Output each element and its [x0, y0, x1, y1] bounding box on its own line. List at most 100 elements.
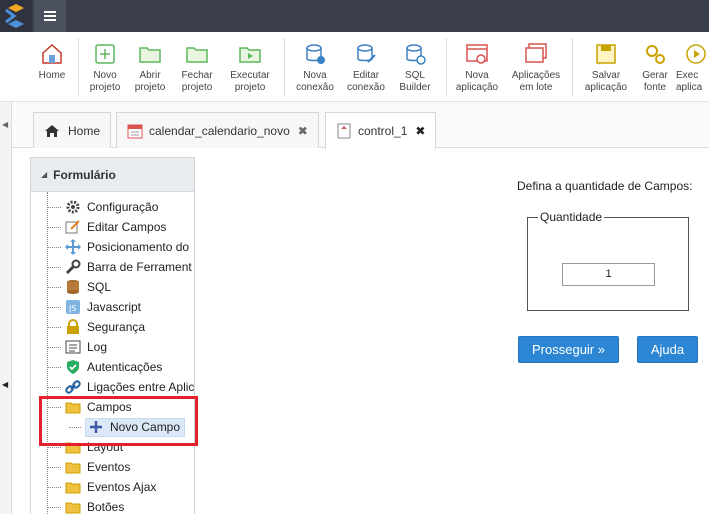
tab-control-1[interactable]: control_1 ✖: [325, 112, 437, 149]
tab-bar: Home calendar_calendario_novo ✖ control_…: [0, 102, 709, 149]
tab-home[interactable]: Home: [33, 112, 112, 148]
quantity-prompt: Defina a quantidade de Campos:: [517, 179, 693, 193]
form-icon: [337, 123, 351, 139]
run-app-icon: [686, 44, 706, 64]
toolbar-edit-connection[interactable]: Editar conexão: [338, 42, 394, 94]
toolbar-separator: [284, 38, 285, 96]
tree-item-label: Layout: [87, 440, 124, 454]
tree-item-label: Barra de Ferrament: [87, 260, 192, 274]
quantity-input[interactable]: 1: [562, 263, 655, 286]
toolbar-close-project[interactable]: Fechar projeto: [169, 42, 225, 94]
save-app-icon: [596, 44, 616, 64]
toolbar-label: Salvar aplicação: [584, 70, 628, 93]
toolbar-label: Fechar projeto: [181, 70, 213, 93]
app-logo[interactable]: [0, 0, 32, 32]
toolbar-run-project[interactable]: Executar projeto: [222, 42, 278, 94]
tree-item-ligacoes[interactable]: Ligações entre Aplic: [47, 377, 194, 397]
side-collapse-strip[interactable]: ◀ ◀: [0, 102, 12, 514]
toolbar-save-app[interactable]: Salvar aplicação: [578, 42, 634, 94]
run-project-icon: [239, 47, 261, 63]
tree-item-selected[interactable]: Novo Campo: [85, 417, 186, 437]
folder-icon: [65, 462, 81, 474]
tree-item-label: Segurança: [87, 320, 146, 334]
quantity-fieldset: Quantidade 1: [527, 210, 689, 311]
tree-item-log[interactable]: Log: [47, 337, 107, 357]
sql-builder-icon: [406, 44, 426, 65]
folder-icon: [65, 482, 81, 494]
close-tab-icon[interactable]: ✖: [415, 124, 425, 138]
tab-label: control_1: [358, 124, 408, 138]
tree-item-label: SQL: [87, 280, 112, 294]
svg-text:JS: JS: [68, 304, 76, 313]
move-icon: [65, 239, 81, 255]
toolbar-generate-source[interactable]: Gerar fonte: [627, 42, 683, 94]
javascript-icon: JS: [66, 300, 80, 314]
panel-header[interactable]: ◢ Formulário: [31, 158, 194, 192]
menu-icon: [44, 11, 56, 13]
tree-item-eventos[interactable]: Eventos: [47, 457, 130, 477]
tab-label: Home: [68, 123, 101, 138]
tree-item-label: Posicionamento do: [87, 240, 190, 254]
toolbar-label: Aplicações em lote: [511, 70, 561, 93]
tree-item-label: Eventos: [87, 460, 131, 474]
wrench-icon: [65, 259, 81, 275]
tree-item-javascript[interactable]: JS Javascript: [47, 297, 141, 317]
proceed-button[interactable]: Prosseguir »: [518, 336, 619, 363]
tree-item-posicionamento[interactable]: Posicionamento do: [47, 237, 189, 257]
home-icon: [42, 43, 62, 64]
toolbar-label: SQL Builder: [399, 70, 431, 93]
toolbar-sql-builder[interactable]: SQL Builder: [387, 42, 443, 94]
collapse-left-icon[interactable]: ◀: [2, 120, 8, 129]
tree-item-label: Campos: [87, 400, 132, 414]
toolbar-new-connection[interactable]: Nova conexão: [287, 42, 343, 94]
toolbar-label: Exec aplica: [676, 70, 703, 93]
new-connection-icon: [306, 44, 325, 64]
new-project-icon: [95, 44, 115, 64]
tree-item-editar-campos[interactable]: Editar Campos: [47, 217, 166, 237]
collapse-left-icon[interactable]: ◀: [2, 380, 8, 389]
help-button[interactable]: Ajuda: [637, 336, 698, 363]
top-bar: [0, 0, 709, 32]
tree-item-label: Ligações entre Aplic: [87, 380, 195, 394]
new-app-icon: [466, 44, 488, 64]
toolbar-label: Home: [38, 70, 66, 81]
lock-icon: [67, 319, 79, 334]
folder-icon: [65, 402, 81, 414]
folder-icon: [65, 442, 81, 454]
tree-item-label: Log: [87, 340, 108, 354]
tree-item-barra-ferramentas[interactable]: Barra de Ferrament: [47, 257, 192, 277]
tree-item-configuracao[interactable]: Configuração: [47, 197, 158, 217]
toolbar-label: Executar projeto: [230, 70, 270, 93]
tree-item-label: Configuração: [87, 200, 159, 214]
tree-item-sql[interactable]: SQL: [47, 277, 111, 297]
close-project-icon: [186, 47, 208, 63]
toolbar-new-app[interactable]: Nova aplicação: [449, 42, 505, 94]
tree-item-seguranca[interactable]: Segurança: [47, 317, 145, 337]
toolbar-label: Editar conexão: [347, 70, 385, 93]
toolbar-label: Abrir projeto: [134, 70, 166, 93]
edit-fields-icon: [65, 220, 80, 234]
tree-item-novo-campo[interactable]: Novo Campo: [69, 417, 186, 437]
plus-icon: [90, 421, 102, 433]
shield-check-icon: [67, 360, 79, 374]
tab-calendar-calendario-novo[interactable]: calendar_calendario_novo ✖: [116, 112, 319, 148]
link-icon: [65, 380, 81, 394]
toolbar-separator: [572, 38, 573, 96]
tree-item-eventos-ajax[interactable]: Eventos Ajax: [47, 477, 156, 497]
menu-icon-bar: [44, 19, 56, 21]
tree-item-autenticacoes[interactable]: Autenticações: [47, 357, 162, 377]
tree-item-campos[interactable]: Campos: [47, 397, 132, 417]
generate-source-icon: [646, 45, 665, 64]
tree-item-botoes[interactable]: Botões: [47, 497, 124, 514]
tree-item-layout[interactable]: Layout: [47, 437, 123, 457]
toolbar-run-app[interactable]: Exec aplica: [676, 42, 709, 94]
log-icon: [65, 340, 81, 354]
menu-button[interactable]: [34, 0, 66, 32]
tree-item-label: Autenticações: [87, 360, 163, 374]
tree-item-label: Novo Campo: [110, 420, 181, 434]
folder-icon: [65, 502, 81, 514]
calendar-icon: [127, 124, 143, 138]
toolbar-batch-apps[interactable]: Aplicações em lote: [508, 42, 564, 94]
toolbar-home[interactable]: Home: [24, 42, 80, 82]
close-tab-icon[interactable]: ✖: [298, 124, 308, 138]
